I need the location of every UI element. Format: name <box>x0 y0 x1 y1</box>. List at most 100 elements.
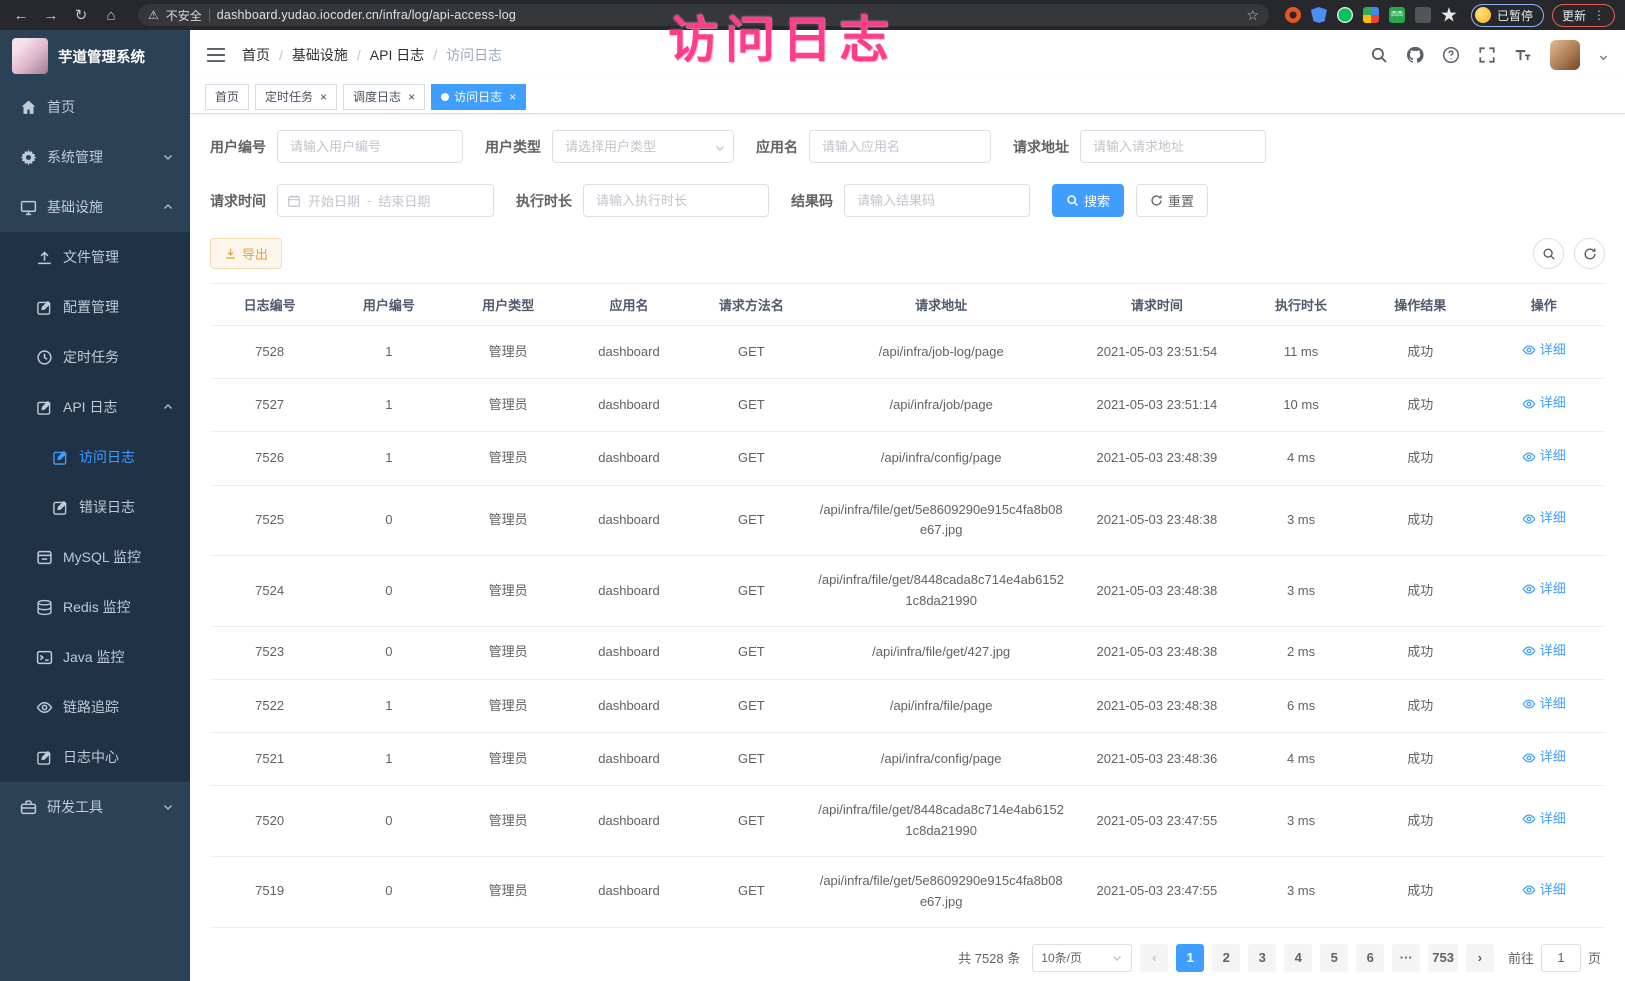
detail-link[interactable]: 详细 <box>1522 508 1566 529</box>
browser-url-bar[interactable]: ⚠ 不安全 dashboard.yudao.iocoder.cn/infra/l… <box>138 4 1269 26</box>
page-button-3[interactable]: 3 <box>1248 944 1276 972</box>
table-cell: GET <box>690 432 812 485</box>
pin-extension-icon[interactable] <box>1441 7 1457 23</box>
detail-link[interactable]: 详细 <box>1522 393 1566 414</box>
request-time-range-picker[interactable]: 开始日期 - 结束日期 <box>277 184 494 217</box>
user-type-select[interactable] <box>552 130 734 163</box>
goto-page-input[interactable] <box>1541 944 1581 972</box>
browser-back-icon[interactable]: ← <box>10 7 32 24</box>
sidebar-item-log-center[interactable]: 日志中心 <box>0 732 190 782</box>
breadcrumb-infrastructure[interactable]: 基础设施 <box>292 45 348 65</box>
chevron-down-icon[interactable] <box>1598 50 1609 61</box>
sidebar-item-mysql-monitor[interactable]: MySQL 监控 <box>0 532 190 582</box>
search-icon[interactable] <box>1370 46 1388 64</box>
user-avatar[interactable] <box>1550 40 1580 70</box>
refresh-table-button[interactable] <box>1574 238 1605 269</box>
green-extension-icon[interactable] <box>1337 7 1353 23</box>
table-cell: 成功 <box>1358 786 1482 857</box>
sidebar-item-dev-tools[interactable]: 研发工具 <box>0 782 190 832</box>
shield-extension-icon[interactable] <box>1311 7 1327 23</box>
sidebar-item-config-management[interactable]: 配置管理 <box>0 282 190 332</box>
table-cell: 成功 <box>1358 733 1482 786</box>
prev-page-button[interactable]: ‹ <box>1140 944 1168 972</box>
toggle-search-button[interactable] <box>1533 238 1564 269</box>
breadcrumb-api-log[interactable]: API 日志 <box>370 45 424 65</box>
table-cell: 管理员 <box>449 856 568 927</box>
chevron-up-icon <box>162 401 174 413</box>
search-button[interactable]: 搜索 <box>1052 184 1124 217</box>
detail-link[interactable]: 详细 <box>1522 579 1566 600</box>
result-code-input[interactable] <box>844 184 1030 217</box>
page-button-4[interactable]: 4 <box>1284 944 1312 972</box>
refresh-icon <box>1150 194 1163 207</box>
hamburger-icon[interactable] <box>206 46 226 64</box>
sidebar-item-api-log[interactable]: API 日志 <box>0 382 190 432</box>
table-cell: dashboard <box>568 556 690 627</box>
request-url-input[interactable] <box>1080 130 1266 163</box>
sidebar-item-trace[interactable]: 链路追踪 <box>0 682 190 732</box>
breadcrumb-home[interactable]: 首页 <box>242 45 270 65</box>
sidebar-item-redis-monitor[interactable]: Redis 监控 <box>0 582 190 632</box>
sidebar-item-access-log[interactable]: 访问日志 <box>0 432 190 482</box>
help-icon[interactable] <box>1442 46 1460 64</box>
search-icon <box>1066 194 1079 207</box>
app-logo-row[interactable]: 芋道管理系统 <box>0 30 190 82</box>
next-page-button[interactable]: › <box>1466 944 1494 972</box>
detail-link[interactable]: 详细 <box>1522 880 1566 901</box>
tab-job[interactable]: 定时任务× <box>255 84 337 110</box>
fullscreen-icon[interactable] <box>1478 46 1496 64</box>
browser-home-icon[interactable]: ⌂ <box>100 7 122 24</box>
request-url-label: 请求地址 <box>1013 137 1069 157</box>
profile-paused-badge[interactable]: 已暂停 <box>1471 4 1544 27</box>
page-ellipsis[interactable]: ··· <box>1392 944 1420 972</box>
detail-link[interactable]: 详细 <box>1522 641 1566 662</box>
user-id-input[interactable] <box>277 130 463 163</box>
bb-extension-icon[interactable] <box>1389 7 1405 23</box>
export-button[interactable]: 导出 <box>210 238 282 269</box>
reset-button[interactable]: 重置 <box>1136 184 1208 217</box>
sidebar-item-label: MySQL 监控 <box>63 547 141 567</box>
script-extension-icon[interactable] <box>1415 7 1431 23</box>
sidebar-item-infrastructure[interactable]: 基础设施 <box>0 182 190 232</box>
detail-link[interactable]: 详细 <box>1522 747 1566 768</box>
sidebar-item-home[interactable]: 首页 <box>0 82 190 132</box>
tab-home[interactable]: 首页 <box>205 84 249 110</box>
browser-menu-icon[interactable]: ⋮ <box>1593 8 1605 22</box>
bookmark-star-icon[interactable]: ☆ <box>1246 7 1259 24</box>
table-cell: /api/infra/job/page <box>813 379 1070 432</box>
breadcrumb-separator: / <box>279 47 283 63</box>
close-icon[interactable]: × <box>408 90 415 104</box>
duration-label: 执行时长 <box>516 191 572 211</box>
page-button-753[interactable]: 753 <box>1428 944 1458 972</box>
sidebar-item-scheduled-tasks[interactable]: 定时任务 <box>0 332 190 382</box>
detail-link[interactable]: 详细 <box>1522 694 1566 715</box>
table-row: 75281管理员dashboardGET/api/infra/job-log/p… <box>210 326 1605 379</box>
detail-link[interactable]: 详细 <box>1522 809 1566 830</box>
table-cell: /api/infra/file/page <box>813 679 1070 732</box>
sidebar-item-system-management[interactable]: 系统管理 <box>0 132 190 182</box>
app-name-input[interactable] <box>809 130 991 163</box>
page-size-select[interactable]: 10条/页 <box>1032 944 1132 972</box>
duration-input[interactable] <box>583 184 769 217</box>
font-size-icon[interactable] <box>1514 46 1532 64</box>
browser-reload-icon[interactable]: ↻ <box>70 6 92 24</box>
page-button-6[interactable]: 6 <box>1356 944 1384 972</box>
detail-link[interactable]: 详细 <box>1522 340 1566 361</box>
sidebar-item-error-log[interactable]: 错误日志 <box>0 482 190 532</box>
close-icon[interactable]: × <box>320 90 327 104</box>
sidebar-item-file-management[interactable]: 文件管理 <box>0 232 190 282</box>
tab-api-access-log[interactable]: 访问日志× <box>431 84 526 110</box>
browser-forward-icon[interactable]: → <box>40 7 62 24</box>
page-button-5[interactable]: 5 <box>1320 944 1348 972</box>
github-icon[interactable] <box>1406 46 1424 64</box>
browser-update-button[interactable]: 更新 ⋮ <box>1552 4 1615 27</box>
detail-link-label: 详细 <box>1540 446 1566 467</box>
detail-link[interactable]: 详细 <box>1522 446 1566 467</box>
tab-job-log[interactable]: 调度日志× <box>343 84 425 110</box>
page-button-1[interactable]: 1 <box>1176 944 1204 972</box>
grid-extension-icon[interactable] <box>1363 7 1379 23</box>
close-icon[interactable]: × <box>509 90 516 104</box>
orange-extension-icon[interactable] <box>1285 7 1301 23</box>
page-button-2[interactable]: 2 <box>1212 944 1240 972</box>
sidebar-item-java-monitor[interactable]: Java 监控 <box>0 632 190 682</box>
